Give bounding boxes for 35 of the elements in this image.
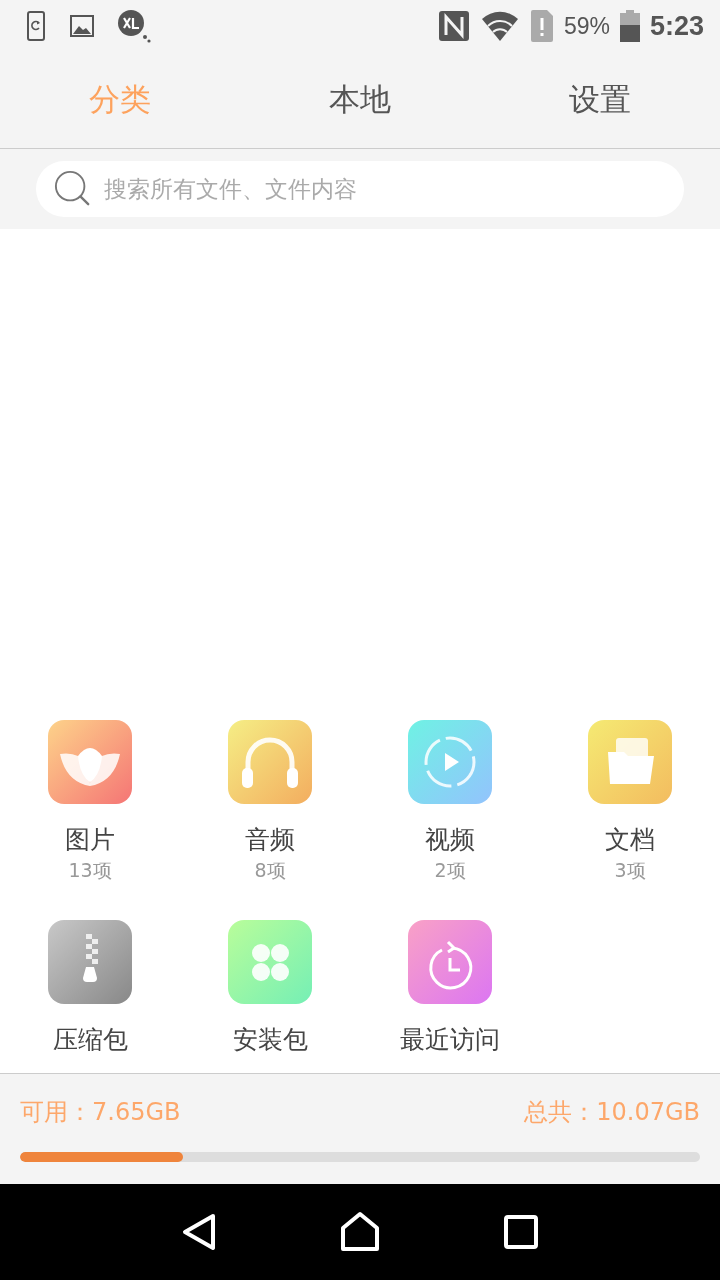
category-label: 视频 [425, 824, 475, 856]
sim-alert-icon [529, 9, 554, 43]
battery-icon [619, 10, 640, 42]
item-count: 8项 [254, 858, 286, 882]
zipper-icon[interactable] [48, 920, 132, 1004]
back-icon[interactable] [181, 1212, 217, 1252]
tab[interactable]: 本地 [240, 52, 480, 148]
phone-sync-icon [26, 11, 46, 41]
total-space: 总共：10.07GB [524, 1097, 700, 1128]
item-count: 3项 [614, 858, 646, 882]
image-icon [70, 15, 94, 37]
notification-icon [118, 9, 151, 43]
headphones-icon[interactable] [228, 720, 312, 804]
category-label: 最近访问 [400, 1024, 500, 1056]
category-label: 文档 [605, 824, 655, 856]
nfc-icon [437, 10, 470, 42]
folder-icon[interactable] [588, 720, 672, 804]
category-label: 图片 [65, 824, 115, 856]
apps-grid-icon[interactable] [228, 920, 312, 1004]
home-icon[interactable] [339, 1211, 381, 1253]
item-count: 2项 [434, 858, 466, 882]
category-label: 压缩包 [52, 1024, 128, 1056]
play-icon[interactable] [408, 720, 492, 804]
tab[interactable]: 设置 [480, 52, 720, 148]
available-space: 可用：7.65GB [20, 1097, 181, 1128]
category-label: 音频 [245, 824, 295, 856]
clock: 5:23 [649, 10, 704, 42]
recents-icon[interactable] [503, 1214, 539, 1250]
clock-icon[interactable] [408, 920, 492, 1004]
flower-icon[interactable] [48, 720, 132, 804]
wifi-icon [479, 9, 520, 43]
battery-percentage: 59% [563, 12, 610, 40]
search-field[interactable]: 搜索所有文件、文件内容 [36, 161, 684, 217]
item-count: 13项 [68, 858, 112, 882]
category-label: 安装包 [232, 1024, 308, 1056]
